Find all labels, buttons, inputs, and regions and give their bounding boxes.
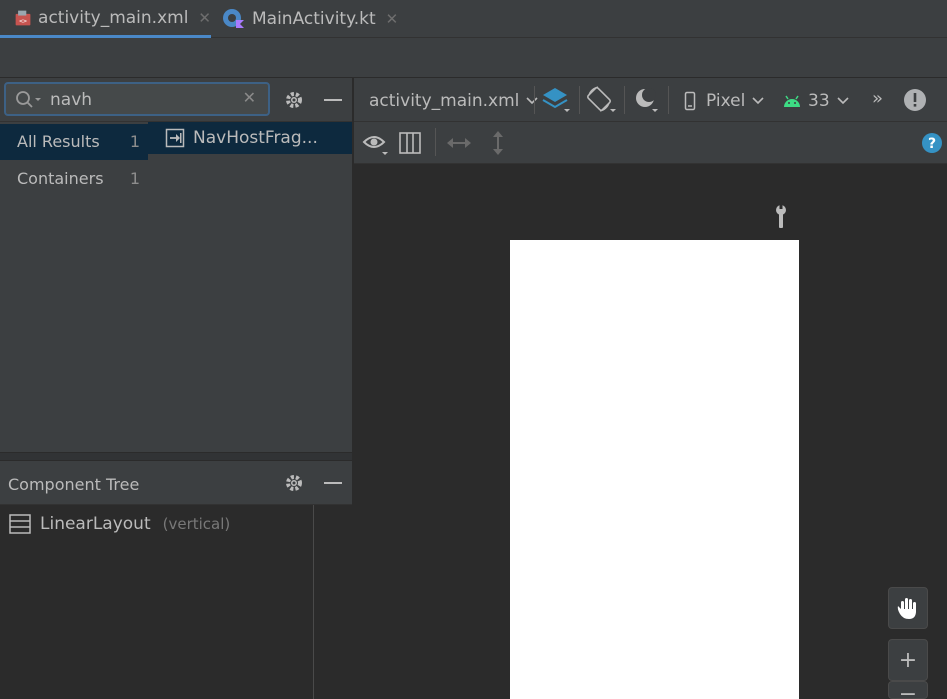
design-toolbar: activity_main.xml Pixel 33 »: [354, 78, 947, 122]
eye-icon[interactable]: [362, 131, 392, 157]
fragment-icon: [165, 128, 185, 148]
rotate-orientation-icon[interactable]: [586, 85, 618, 115]
kotlin-file-icon: [223, 9, 244, 28]
tree-item-label: LinearLayout: [40, 514, 151, 534]
palette-panel: navh ✕ All Results 1 Containers 1 NavHos…: [0, 78, 352, 699]
minimize-icon[interactable]: [323, 473, 343, 493]
night-mode-icon[interactable]: [632, 85, 662, 115]
clear-search-icon[interactable]: ✕: [243, 88, 256, 107]
xml-file-icon: <>: [15, 10, 31, 25]
component-tree-header: Component Tree: [0, 461, 352, 505]
device-label: Pixel: [706, 91, 746, 111]
toolbar-separator: [624, 86, 625, 114]
pan-button[interactable]: [888, 587, 928, 629]
category-count: 1: [129, 169, 140, 188]
category-containers[interactable]: Containers 1: [0, 161, 148, 197]
palette-item-navhostfragment[interactable]: NavHostFrag...: [148, 122, 352, 154]
tab-label: activity_main.xml: [38, 7, 189, 28]
svg-text:?: ?: [928, 136, 936, 152]
view-options-toolbar: ?: [354, 122, 947, 164]
component-tree-title: Component Tree: [8, 475, 140, 494]
device-selector[interactable]: Pixel: [684, 91, 765, 111]
category-label: All Results: [17, 132, 100, 151]
chevron-down-icon: [526, 97, 538, 105]
linear-layout-icon: [9, 514, 31, 534]
tree-item-linearlayout[interactable]: LinearLayout (vertical): [8, 513, 230, 535]
columns-icon[interactable]: [398, 131, 422, 155]
editor-tab-bar: <> activity_main.xml ✕ MainActivity.kt ✕: [0, 0, 947, 38]
component-tree-body: LinearLayout (vertical): [0, 505, 352, 699]
wrench-icon[interactable]: [773, 204, 789, 230]
android-icon: [784, 95, 800, 107]
chevron-down-icon: [837, 97, 849, 105]
tab-activity-main-xml[interactable]: <> activity_main.xml ✕: [0, 0, 211, 38]
palette-content: All Results 1 Containers 1 NavHostFrag..…: [0, 122, 352, 452]
design-canvas[interactable]: + −: [354, 164, 947, 699]
gear-icon[interactable]: [283, 89, 305, 111]
help-icon[interactable]: ?: [921, 132, 943, 154]
more-options-icon[interactable]: »: [872, 88, 883, 109]
category-count: 1: [129, 132, 140, 151]
api-level-selector[interactable]: 33: [782, 91, 850, 111]
palette-search-input[interactable]: navh ✕: [4, 82, 270, 116]
zoom-out-button[interactable]: −: [888, 681, 928, 699]
hand-icon: [897, 598, 916, 619]
file-selector[interactable]: activity_main.xml: [369, 91, 539, 111]
phone-icon: [684, 91, 696, 111]
search-value: navh: [50, 90, 93, 110]
layers-icon[interactable]: [542, 85, 572, 115]
file-selector-label: activity_main.xml: [369, 91, 520, 111]
vertical-resize-icon: [493, 131, 503, 155]
secondary-toolbar-strip: [0, 38, 947, 78]
category-all-results[interactable]: All Results 1: [0, 124, 148, 160]
search-icon: [16, 91, 41, 108]
palette-item-label: NavHostFrag...: [193, 128, 318, 148]
warning-icon[interactable]: [903, 88, 927, 112]
horizontal-resize-icon: [447, 138, 471, 148]
device-preview[interactable]: [510, 240, 799, 699]
toolbar-separator: [579, 86, 580, 114]
tree-item-detail: (vertical): [162, 515, 231, 533]
zoom-in-button[interactable]: +: [888, 639, 928, 681]
tree-column-divider: [313, 505, 314, 699]
toolbar-separator: [668, 86, 669, 114]
category-label: Containers: [17, 169, 104, 188]
tab-mainactivity-kt[interactable]: MainActivity.kt ✕: [222, 0, 402, 38]
api-level-label: 33: [808, 91, 830, 111]
tab-label: MainActivity.kt: [252, 9, 376, 29]
chevron-down-icon: [752, 97, 764, 105]
palette-search-row: navh ✕: [0, 78, 352, 122]
gear-icon[interactable]: [283, 472, 305, 494]
minimize-icon[interactable]: [323, 90, 343, 110]
toolbar-separator: [534, 86, 535, 114]
panel-splitter[interactable]: [0, 452, 352, 461]
svg-text:<>: <>: [19, 16, 27, 24]
toolbar-separator: [435, 128, 436, 156]
close-icon[interactable]: ✕: [386, 10, 399, 28]
close-icon[interactable]: ✕: [198, 9, 211, 27]
